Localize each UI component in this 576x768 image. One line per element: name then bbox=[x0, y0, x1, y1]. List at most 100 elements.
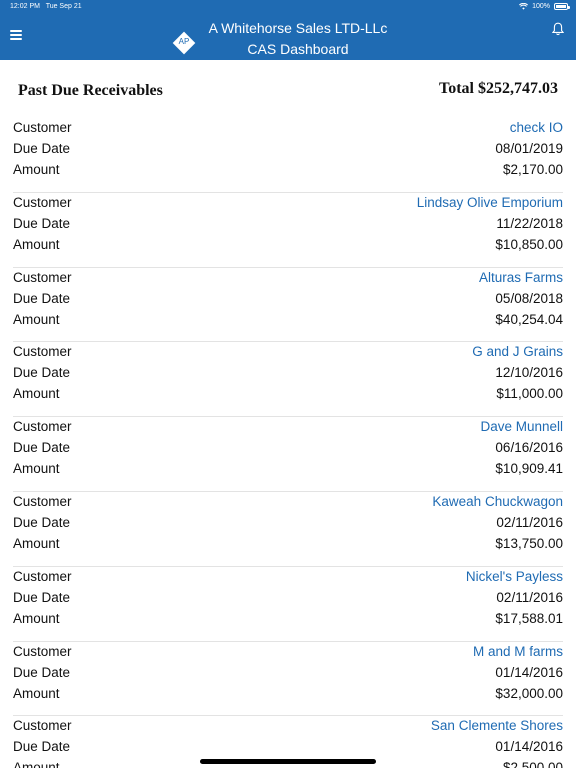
amount-label: Amount bbox=[13, 236, 60, 252]
wifi-icon bbox=[519, 3, 529, 10]
due-date-label: Due Date bbox=[13, 141, 71, 156]
due-date-row: Due Date 08/01/2019 bbox=[13, 139, 563, 160]
status-time-value: 12:02 PM bbox=[10, 3, 40, 10]
customer-link[interactable]: Nickel's Payless bbox=[466, 569, 563, 584]
amount-label: Amount bbox=[13, 610, 60, 626]
customer-row: Customer Alturas Farms bbox=[13, 268, 563, 289]
due-date-row: Due Date 05/08/2018 bbox=[13, 289, 563, 310]
due-date-value: 02/11/2016 bbox=[496, 514, 563, 530]
customer-link[interactable]: Alturas Farms bbox=[479, 270, 563, 285]
customer-label: Customer bbox=[13, 120, 72, 135]
customer-label: Customer bbox=[13, 643, 72, 659]
customer-label: Customer bbox=[13, 344, 72, 360]
due-date-label: Due Date bbox=[13, 739, 71, 755]
amount-value: $2,500.00 bbox=[502, 760, 563, 768]
customer-link[interactable]: G and J Grains bbox=[472, 344, 563, 359]
due-date-value: 08/01/2019 bbox=[495, 141, 563, 156]
amount-value: $17,588.01 bbox=[495, 610, 563, 626]
customer-row: Customer San Clemente Shores bbox=[13, 716, 563, 737]
due-date-value: 01/14/2016 bbox=[495, 664, 563, 680]
receivable-record: Customer Kaweah Chuckwagon Due Date 02/1… bbox=[13, 492, 563, 567]
amount-row: Amount $17,588.01 bbox=[13, 609, 563, 630]
status-time: 12:02 PM Tue Sep 21 bbox=[10, 3, 82, 10]
hamburger-menu-icon[interactable] bbox=[10, 30, 22, 40]
receivables-list: Customer check IO Due Date 08/01/2019 Am… bbox=[0, 118, 576, 768]
amount-label: Amount bbox=[13, 461, 60, 477]
due-date-row: Due Date 06/16/2016 bbox=[13, 438, 563, 459]
amount-label: Amount bbox=[13, 760, 60, 768]
amount-row: Amount $11,000.00 bbox=[13, 384, 563, 405]
customer-row: Customer G and J Grains bbox=[13, 342, 563, 363]
status-date-value: Tue Sep 21 bbox=[45, 3, 82, 10]
due-date-row: Due Date 12/10/2016 bbox=[13, 363, 563, 384]
amount-row: Amount $10,850.00 bbox=[13, 235, 563, 256]
receivable-record: Customer Lindsay Olive Emporium Due Date… bbox=[13, 193, 563, 268]
amount-row: Amount $13,750.00 bbox=[13, 534, 563, 555]
customer-row: Customer Nickel's Payless bbox=[13, 567, 563, 588]
due-date-label: Due Date bbox=[13, 589, 71, 605]
receivable-record: Customer Nickel's Payless Due Date 02/11… bbox=[13, 567, 563, 642]
due-date-label: Due Date bbox=[13, 215, 71, 231]
receivable-record: Customer Alturas Farms Due Date 05/08/20… bbox=[13, 268, 563, 343]
battery-percent: 100% bbox=[532, 3, 550, 10]
amount-label: Amount bbox=[13, 685, 60, 701]
company-name: A Whitehorse Sales LTD-LLc bbox=[208, 20, 388, 36]
receivable-record: Customer G and J Grains Due Date 12/10/2… bbox=[13, 342, 563, 418]
due-date-value: 05/08/2018 bbox=[495, 290, 563, 306]
customer-link[interactable]: check IO bbox=[510, 120, 563, 135]
nav-bar: AP A Whitehorse Sales LTD-LLc CAS Dashbo… bbox=[0, 14, 576, 60]
customer-label: Customer bbox=[13, 718, 72, 734]
customer-label: Customer bbox=[13, 269, 72, 285]
due-date-label: Due Date bbox=[13, 664, 71, 680]
due-date-label: Due Date bbox=[13, 290, 71, 306]
customer-link[interactable]: Lindsay Olive Emporium bbox=[417, 195, 563, 210]
dashboard-title: CAS Dashboard bbox=[247, 41, 349, 57]
amount-label: Amount bbox=[13, 311, 60, 327]
home-indicator[interactable] bbox=[200, 759, 376, 764]
amount-label: Amount bbox=[13, 386, 60, 402]
customer-row: Customer Lindsay Olive Emporium bbox=[13, 193, 563, 214]
due-date-row: Due Date 01/14/2016 bbox=[13, 663, 563, 684]
due-date-label: Due Date bbox=[13, 365, 71, 381]
due-date-value: 12/10/2016 bbox=[495, 365, 563, 381]
due-date-label: Due Date bbox=[13, 440, 71, 456]
due-date-row: Due Date 11/22/2018 bbox=[13, 214, 563, 235]
status-bar: 12:02 PM Tue Sep 21 100% bbox=[0, 0, 576, 14]
amount-row: Amount $10,909.41 bbox=[13, 459, 563, 480]
amount-value: $10,850.00 bbox=[495, 236, 563, 252]
due-date-label: Due Date bbox=[13, 514, 71, 530]
customer-link[interactable]: M and M farms bbox=[473, 644, 563, 659]
amount-value: $2,170.00 bbox=[502, 162, 563, 177]
due-date-value: 06/16/2016 bbox=[495, 440, 563, 456]
bell-icon[interactable] bbox=[552, 22, 564, 36]
receivable-record: Customer Dave Munnell Due Date 06/16/201… bbox=[13, 417, 563, 492]
customer-label: Customer bbox=[13, 493, 72, 509]
total-amount: Total $252,747.03 bbox=[439, 80, 558, 97]
customer-label: Customer bbox=[13, 568, 72, 584]
customer-row: Customer Dave Munnell bbox=[13, 417, 563, 438]
customer-link[interactable]: San Clemente Shores bbox=[431, 718, 563, 733]
customer-label: Customer bbox=[13, 194, 72, 210]
section-header: Past Due Receivables Total $252,747.03 bbox=[0, 60, 576, 118]
due-date-row: Due Date 01/14/2016 bbox=[13, 737, 563, 758]
customer-label: Customer bbox=[13, 419, 72, 435]
amount-value: $10,909.41 bbox=[495, 461, 563, 477]
amount-label: Amount bbox=[13, 162, 60, 177]
receivables-content[interactable]: Past Due Receivables Total $252,747.03 C… bbox=[0, 60, 576, 768]
amount-value: $32,000.00 bbox=[495, 685, 563, 701]
due-date-value: 11/22/2018 bbox=[496, 215, 563, 231]
customer-link[interactable]: Kaweah Chuckwagon bbox=[432, 494, 563, 509]
due-date-value: 02/11/2016 bbox=[496, 589, 563, 605]
customer-row: Customer M and M farms bbox=[13, 642, 563, 663]
due-date-row: Due Date 02/11/2016 bbox=[13, 588, 563, 609]
customer-row: Customer check IO bbox=[13, 118, 563, 139]
amount-row: Amount $40,254.04 bbox=[13, 310, 563, 331]
amount-value: $40,254.04 bbox=[495, 311, 563, 327]
amount-label: Amount bbox=[13, 535, 60, 551]
receivable-record: Customer M and M farms Due Date 01/14/20… bbox=[13, 642, 563, 717]
amount-row: Amount $32,000.00 bbox=[13, 684, 563, 705]
amount-value: $11,000.00 bbox=[496, 386, 563, 402]
due-date-row: Due Date 02/11/2016 bbox=[13, 513, 563, 534]
customer-link[interactable]: Dave Munnell bbox=[480, 419, 563, 434]
battery-icon bbox=[554, 3, 570, 10]
